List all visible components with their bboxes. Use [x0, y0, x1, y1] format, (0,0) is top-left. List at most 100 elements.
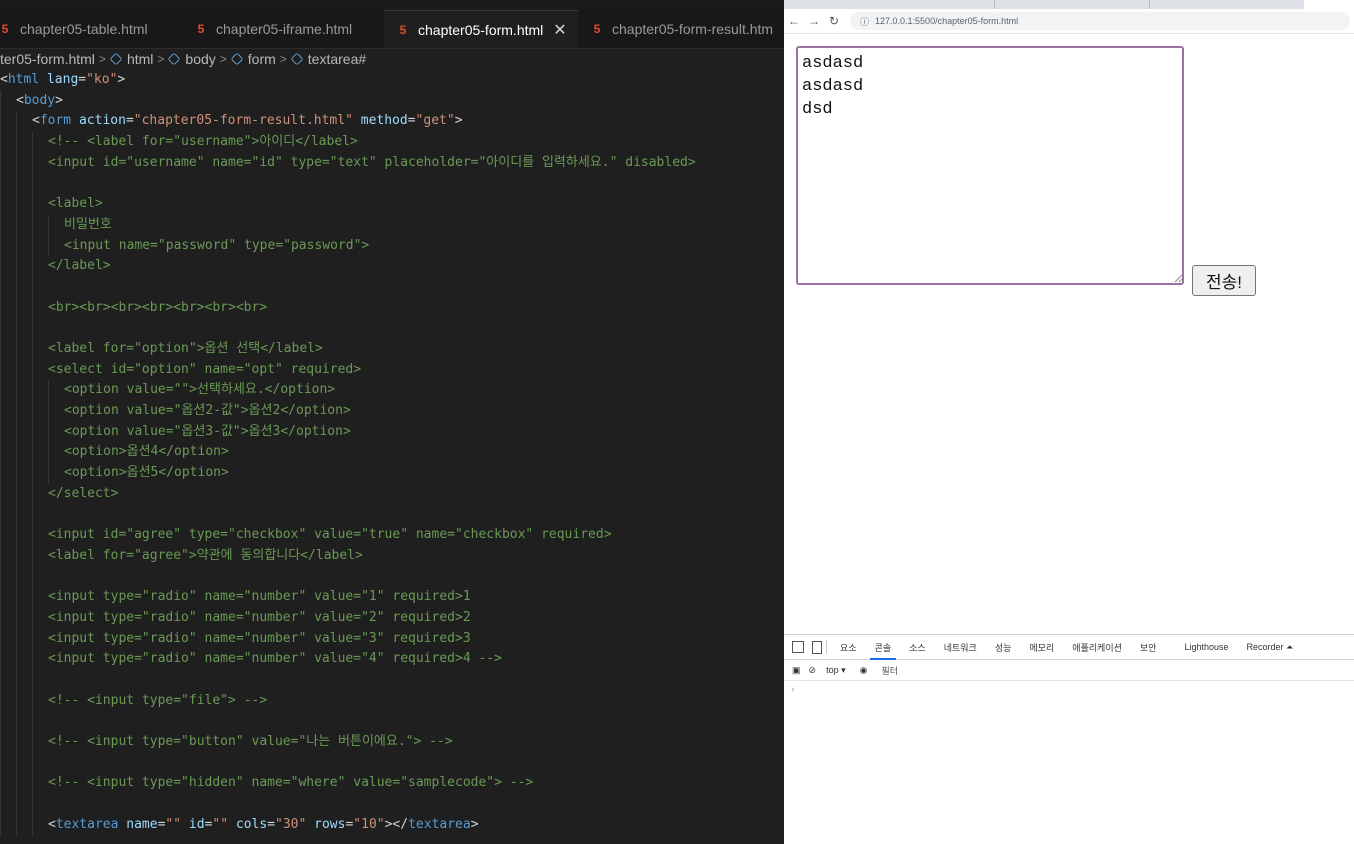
code-token: name [126, 816, 158, 832]
code-line[interactable] [0, 752, 784, 774]
code-line[interactable]: <body> [0, 90, 784, 112]
code-token: </label> [48, 258, 111, 274]
code-line[interactable]: <option value="옵션2-값">옵션2</option> [0, 401, 784, 422]
code-line[interactable] [0, 276, 784, 298]
console-prompt[interactable]: › [791, 684, 1354, 695]
indent-guide [16, 607, 32, 629]
code-token: > [55, 92, 63, 108]
indent-guide [32, 214, 48, 236]
devtools-tab[interactable]: 메모리 [1020, 635, 1063, 659]
code-line[interactable]: <html lang="ko"> [0, 70, 784, 91]
indent-guide [32, 525, 48, 546]
indent-guide [0, 566, 16, 588]
code-line[interactable]: </select> [0, 483, 784, 505]
chevron-right-icon: > [98, 52, 106, 66]
devtools-tab[interactable]: 애플리케이션 [1063, 635, 1131, 659]
code-token: "get" [415, 113, 455, 129]
eye-icon[interactable]: ◉ [860, 665, 868, 676]
code-line[interactable]: <option>옵션5</option> [0, 463, 784, 484]
code-line[interactable]: <label> [0, 194, 784, 215]
indent-guide [16, 359, 32, 381]
code-line[interactable]: <input id="username" name="id" type="tex… [0, 152, 784, 174]
indent-guide [16, 442, 32, 464]
code-line[interactable]: 비밀번호 [0, 214, 784, 236]
code-line[interactable] [0, 173, 784, 195]
code-line[interactable]: <input name="password" type="password"> [0, 235, 784, 257]
device-toolbar-icon[interactable] [812, 640, 822, 654]
code-line[interactable]: <input id="agree" type="checkbox" value=… [0, 525, 784, 546]
code-line[interactable]: <br><br><br><br><br><br><br> [0, 297, 784, 319]
devtools-tab[interactable]: 성능 [986, 635, 1021, 659]
browser-tab[interactable] [994, 0, 1150, 9]
breadcrumb-file[interactable]: ter05-form.html [0, 51, 95, 67]
code-line[interactable] [0, 794, 784, 815]
breadcrumb-body[interactable]: body [168, 51, 216, 67]
indent-guide [32, 483, 48, 505]
textarea-input[interactable] [796, 46, 1184, 285]
devtools-tab[interactable]: Recorder ⏶ [1238, 635, 1303, 659]
devtools-tab[interactable]: Lighthouse [1175, 635, 1237, 659]
code-line[interactable] [0, 504, 784, 526]
reload-icon[interactable]: ↻ [824, 14, 844, 28]
browser-tab[interactable] [1149, 0, 1305, 9]
sidebar-toggle-icon[interactable]: ▣ [792, 665, 801, 676]
indent-guide [0, 628, 16, 650]
code-line[interactable] [0, 669, 784, 691]
code-line[interactable] [0, 566, 784, 588]
code-line[interactable]: <input type="radio" name="number" value=… [0, 587, 784, 608]
url-field[interactable]: ⓘ 127.0.0.1:5500/chapter05-form.html [850, 12, 1350, 30]
indent-guide [32, 380, 48, 401]
tab-chapter05-form-result[interactable]: 5 chapter05-form-result.htm [578, 10, 784, 48]
devtools-panel: 요소 콘솔 소스 네트워크 성능 메모리 애플리케이션 보안 Lighthouse Recorde… [784, 634, 1354, 844]
clear-console-icon[interactable]: ⊘ [809, 665, 817, 676]
submit-button[interactable]: 전송! [1192, 265, 1256, 296]
breadcrumb-html[interactable]: html [109, 51, 153, 67]
code-line[interactable]: <input type="radio" name="number" value=… [0, 607, 784, 629]
code-line[interactable]: <option value="옵션3-값">옵션3</option> [0, 421, 784, 443]
code-token: <label> [48, 196, 103, 212]
code-line[interactable]: <label for="option">옵션 선택</label> [0, 338, 784, 360]
devtools-tab[interactable]: 소스 [900, 635, 935, 659]
code-line[interactable]: <form action="chapter05-form-result.html… [0, 111, 784, 133]
tab-chapter05-table[interactable]: 5 chapter05-table.html [0, 10, 182, 48]
devtools-tab[interactable]: 보안 [1131, 635, 1166, 659]
code-area[interactable]: <html lang="ko"> <body> <form action="chap… [0, 70, 784, 836]
code-line[interactable]: <option value="">선택하세요.</option> [0, 380, 784, 401]
tab-chapter05-iframe[interactable]: 5 chapter05-iframe.html [182, 10, 382, 48]
code-line[interactable]: <!-- <input type="hidden" name="where" v… [0, 773, 784, 795]
devtools-tab[interactable]: 요소 [831, 635, 866, 659]
code-line[interactable]: <label for="agree">약관에 동의합니다</label> [0, 545, 784, 567]
code-line[interactable]: <!-- <input type="file"> --> [0, 690, 784, 712]
info-icon[interactable]: ⓘ [860, 15, 869, 28]
code-token: html [7, 72, 40, 87]
code-line[interactable] [0, 318, 784, 339]
address-bar: ← → ↻ ⓘ 127.0.0.1:5500/chapter05-form.ht… [784, 9, 1354, 34]
filter-input[interactable]: 필터 [881, 664, 898, 677]
tab-chapter05-form[interactable]: 5 chapter05-form.html ✕ [384, 10, 578, 48]
code-line[interactable] [0, 711, 784, 732]
code-line[interactable]: <select id="option" name="opt" required> [0, 359, 784, 381]
code-line[interactable]: <!-- <label for="username">아이디</label> [0, 132, 784, 153]
resize-grip-icon[interactable] [1174, 274, 1183, 283]
breadcrumb-textarea[interactable]: textarea# [290, 51, 366, 67]
code-line[interactable]: <input type="radio" name="number" value=… [0, 649, 784, 670]
breadcrumb-form[interactable]: form [230, 51, 276, 67]
indent-guide [0, 401, 16, 422]
code-line[interactable]: </label> [0, 256, 784, 277]
code-line[interactable]: <!-- <input type="button" value="나는 버튼이에… [0, 732, 784, 753]
code-token: <input id="username" name="id" type="tex… [48, 154, 696, 170]
code-token: < [16, 92, 24, 108]
code-line[interactable]: <input type="radio" name="number" value=… [0, 628, 784, 650]
inspect-element-icon[interactable] [792, 641, 804, 653]
back-icon[interactable]: ← [784, 14, 804, 28]
code-line[interactable]: <option>옵션4</option> [0, 442, 784, 464]
code-line[interactable]: <textarea name="" id="" cols="30" rows="… [0, 814, 784, 836]
browser-tab[interactable] [834, 0, 995, 9]
indent-guide [16, 773, 32, 795]
context-selector[interactable]: top ▾ [826, 665, 846, 676]
devtools-tab[interactable]: 네트워크 [935, 635, 986, 659]
forward-icon[interactable]: → [804, 14, 824, 28]
devtools-tab[interactable]: 콘솔 [866, 635, 901, 660]
browser-tab-active[interactable] [1304, 0, 1354, 9]
close-icon[interactable]: ✕ [553, 20, 566, 40]
